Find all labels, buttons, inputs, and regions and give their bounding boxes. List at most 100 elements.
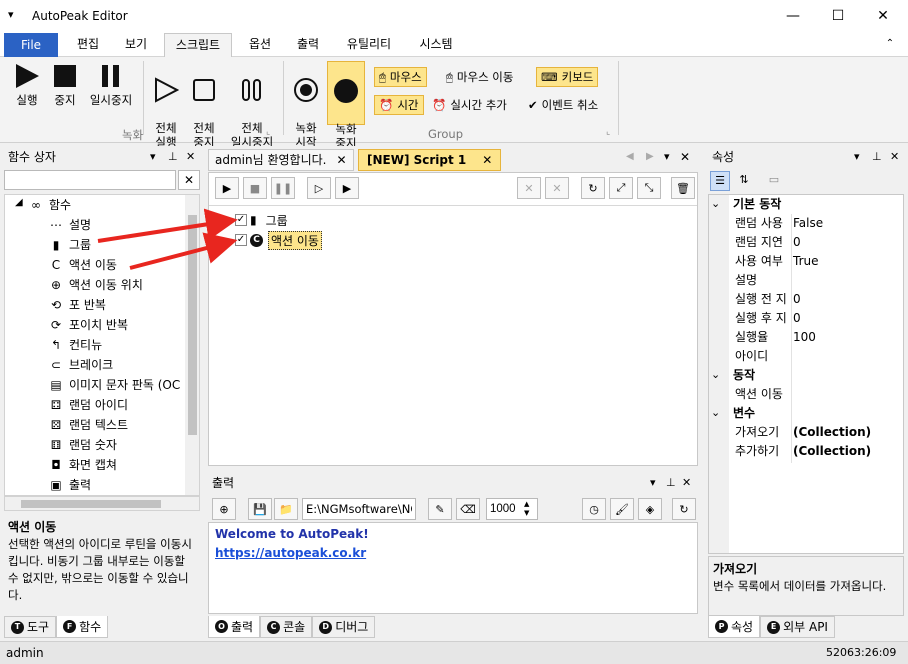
- website-link[interactable]: https://autopeak.co.kr: [215, 546, 366, 560]
- alphabetical-view-button[interactable]: ⇅: [734, 171, 754, 191]
- fill-button[interactable]: ◈: [638, 498, 662, 520]
- horizontal-scrollbar[interactable]: [4, 496, 200, 511]
- close-icon[interactable]: ✕: [680, 150, 690, 164]
- node-checkbox[interactable]: ✓: [235, 234, 247, 246]
- dropdown-icon[interactable]: ▾: [650, 472, 656, 494]
- node-checkbox[interactable]: ✓: [235, 214, 247, 226]
- refresh-log-button[interactable]: ↻: [672, 498, 696, 520]
- tree-expand-icon[interactable]: ◢: [15, 197, 23, 208]
- clear-search-button[interactable]: ✕: [178, 170, 200, 190]
- tree-item-action-move[interactable]: C 액션 이동: [49, 255, 117, 275]
- scrollbar-thumb[interactable]: [21, 500, 161, 508]
- doc-tab-script[interactable]: [NEW] Script 1 ✕: [358, 149, 502, 171]
- event-cancel-toggle[interactable]: ✔ 이벤트 취소: [524, 95, 602, 115]
- close-button[interactable]: ✕: [860, 0, 906, 32]
- tree-item-continue[interactable]: ↰ 컨티뉴: [49, 335, 102, 355]
- property-value[interactable]: 100: [793, 328, 816, 347]
- system-menu-icon[interactable]: ▾: [8, 8, 14, 21]
- tree-item-output[interactable]: ▣ 출력: [49, 475, 91, 495]
- script-collapse-button[interactable]: ⤡: [637, 177, 661, 199]
- script-delete-button[interactable]: ✕: [517, 177, 541, 199]
- pin-icon[interactable]: ⊥: [666, 472, 676, 494]
- category-collapse-icon[interactable]: ⌄: [711, 197, 720, 210]
- script-trash-button[interactable]: 🗑: [671, 177, 695, 199]
- script-remove-button[interactable]: ✕: [545, 177, 569, 199]
- stop-button[interactable]: 중지: [48, 63, 82, 107]
- tab-system[interactable]: 시스템: [408, 33, 464, 57]
- tab-functions[interactable]: F 함수: [56, 616, 109, 638]
- tab-edit[interactable]: 편집: [66, 33, 110, 57]
- interval-input[interactable]: [486, 498, 538, 520]
- timestamp-button[interactable]: ◷: [582, 498, 606, 520]
- script-run-to-button[interactable]: ▶: [335, 177, 359, 199]
- run-button[interactable]: 실행: [8, 63, 46, 107]
- script-stop-button[interactable]: ■: [243, 177, 267, 199]
- property-value[interactable]: 0: [793, 233, 801, 252]
- script-expand-button[interactable]: ⤢: [609, 177, 633, 199]
- record-stop-button[interactable]: 녹화 중지: [327, 61, 365, 150]
- tab-tools[interactable]: T 도구: [4, 616, 57, 638]
- property-value[interactable]: False: [793, 214, 823, 233]
- interval-spinner-icon[interactable]: ▲ ▼: [524, 500, 529, 518]
- function-search-input[interactable]: [4, 170, 176, 190]
- mouse-toggle[interactable]: 🖱 마우스: [374, 67, 427, 87]
- script-node-action-move[interactable]: ✓ C 액션 이동: [235, 230, 322, 250]
- pin-icon[interactable]: ⊥: [168, 146, 178, 168]
- group-launcher-icon[interactable]: ⌞: [266, 127, 270, 137]
- tab-list-icon[interactable]: ▾: [664, 150, 670, 163]
- maximize-button[interactable]: ☐: [815, 0, 861, 32]
- tab-view[interactable]: 보기: [114, 33, 158, 57]
- property-value[interactable]: 0: [793, 290, 801, 309]
- close-icon[interactable]: ✕: [682, 472, 691, 494]
- tree-item-action-move-position[interactable]: ⊕ 액션 이동 위치: [49, 275, 143, 295]
- categorized-view-button[interactable]: ☰: [710, 171, 730, 191]
- color-button[interactable]: 🖌: [610, 498, 634, 520]
- script-play-button[interactable]: ▶: [215, 177, 239, 199]
- tree-item-random-id[interactable]: ⚃ 랜덤 아이디: [49, 395, 128, 415]
- category-collapse-icon[interactable]: ⌄: [711, 406, 720, 419]
- doc-tab-welcome[interactable]: admin님 환영합니다. ✕: [208, 149, 354, 171]
- new-log-button[interactable]: ⊕: [212, 498, 236, 520]
- tab-console[interactable]: C 콘솔: [260, 616, 313, 638]
- tree-item-break[interactable]: ⊂ 브레이크: [49, 355, 113, 375]
- tab-output[interactable]: O 출력: [208, 616, 261, 638]
- realtime-add-toggle[interactable]: ⏰ 실시간 추가: [428, 95, 511, 115]
- mouse-move-toggle[interactable]: 🖱 마우스 이동: [442, 67, 517, 87]
- tab-utility[interactable]: 유틸리티: [336, 33, 402, 57]
- log-path-input[interactable]: [302, 498, 416, 520]
- tab-debug[interactable]: D 디버그: [312, 616, 376, 638]
- property-value[interactable]: (Collection): [793, 442, 871, 461]
- pin-icon[interactable]: ⊥: [872, 146, 882, 168]
- tree-root[interactable]: ∞ 함수: [29, 195, 71, 215]
- group-launcher-icon[interactable]: ⌞: [606, 127, 610, 137]
- close-icon[interactable]: ✕: [186, 146, 195, 168]
- tab-script[interactable]: 스크립트: [164, 33, 232, 57]
- close-icon[interactable]: ✕: [890, 146, 899, 168]
- eraser-button[interactable]: ⌫: [456, 498, 480, 520]
- tree-item-description[interactable]: ⋯ 설명: [49, 215, 91, 235]
- close-icon[interactable]: ✕: [336, 150, 346, 170]
- keyboard-toggle[interactable]: ⌨ 키보드: [536, 67, 599, 87]
- tab-properties[interactable]: P 속성: [708, 616, 761, 638]
- scrollbar-thumb[interactable]: [188, 215, 197, 435]
- property-value[interactable]: True: [793, 252, 819, 271]
- time-toggle[interactable]: ⏰ 시간: [374, 95, 424, 115]
- tab-file[interactable]: File: [4, 33, 58, 57]
- script-refresh-button[interactable]: ↻: [581, 177, 605, 199]
- tab-scroll-right-icon[interactable]: ▶: [646, 151, 654, 162]
- save-log-button[interactable]: 💾: [248, 498, 272, 520]
- tree-item-random-text[interactable]: ⚄ 랜덤 텍스트: [49, 415, 128, 435]
- tab-output[interactable]: 출력: [286, 33, 330, 57]
- property-value[interactable]: (Collection): [793, 423, 871, 442]
- script-step-button[interactable]: ▷: [307, 177, 331, 199]
- tree-item-random-number[interactable]: ⚅ 랜덤 숫자: [49, 435, 117, 455]
- dropdown-icon[interactable]: ▾: [150, 146, 156, 168]
- tree-scrollbar[interactable]: [185, 195, 199, 495]
- tree-item-ocr[interactable]: ▤ 이미지 문자 판독 (OC: [49, 375, 180, 395]
- script-node-group[interactable]: ✓ ▮ 그룹: [235, 211, 288, 229]
- open-folder-button[interactable]: 📁: [274, 498, 298, 520]
- tree-item-screen-capture[interactable]: ◘ 화면 캡쳐: [49, 455, 117, 475]
- collapse-ribbon-icon[interactable]: ⌃: [880, 33, 900, 57]
- pause-button[interactable]: 일시중지: [86, 63, 136, 107]
- property-pages-button[interactable]: ▭: [764, 171, 784, 191]
